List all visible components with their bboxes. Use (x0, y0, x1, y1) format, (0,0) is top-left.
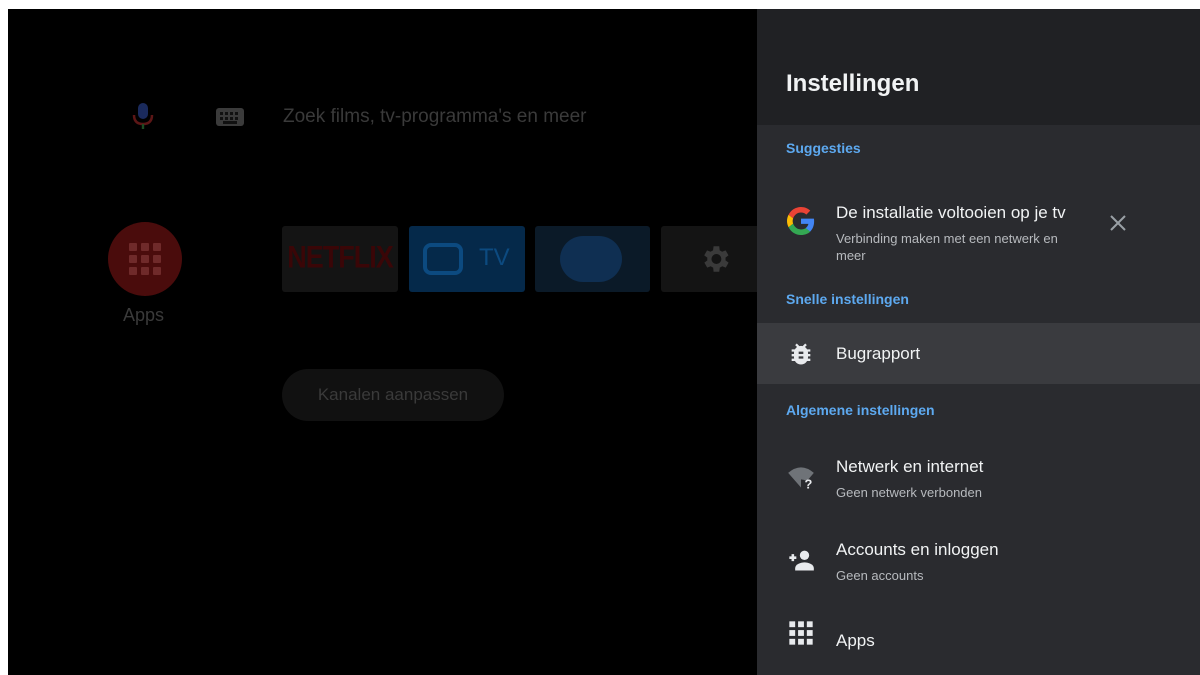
close-icon[interactable] (1109, 214, 1127, 232)
section-suggestions: Suggesties (786, 140, 861, 156)
page-title: Instellingen (786, 70, 920, 97)
apps-title: Apps (836, 631, 875, 650)
suggestion-title: De installatie voltooien op je tv (836, 203, 1066, 222)
apps-grid-icon (129, 243, 161, 275)
tv-screen: Zoek films, tv-programma's en meer Apps … (8, 9, 1200, 675)
section-quick-settings: Snelle instellingen (786, 291, 909, 307)
google-icon (787, 207, 815, 235)
network-subtitle: Geen netwerk verbonden (836, 485, 982, 500)
keyboard-icon[interactable] (216, 108, 244, 126)
wifi-question-icon: ? (788, 467, 814, 491)
home-screen-dimmed: Zoek films, tv-programma's en meer Apps … (8, 9, 761, 675)
panel-header: Instellingen (757, 9, 1200, 125)
settings-gear-icon (704, 246, 729, 272)
tv-icon (423, 243, 463, 275)
accounts-subtitle: Geen accounts (836, 568, 924, 583)
add-person-icon (789, 550, 814, 571)
suggestion-subtitle: Verbinding maken met een netwerk en meer (836, 231, 1058, 263)
settings-tile[interactable] (661, 226, 761, 292)
bug-icon (791, 343, 811, 365)
accounts-title: Accounts en inloggen (836, 540, 999, 559)
tv-tile[interactable]: TV (409, 226, 525, 292)
mic-icon[interactable] (131, 103, 155, 129)
settings-panel: Instellingen Suggesties De installatie v… (757, 9, 1200, 675)
netflix-logo: NETFLIX (287, 239, 394, 275)
apps-grid-icon (789, 621, 813, 645)
bugreport-title: Bugrapport (836, 344, 921, 363)
network-item[interactable]: ? Netwerk en internet Geen netwerk verbo… (757, 449, 1200, 509)
network-title: Netwerk en internet (836, 457, 984, 476)
accounts-item[interactable]: Accounts en inloggen Geen accounts (757, 532, 1200, 592)
apps-item[interactable]: Apps (757, 609, 1200, 659)
section-general-settings: Algemene instellingen (786, 402, 935, 418)
customize-channels-label: Kanalen aanpassen (317, 385, 469, 404)
svg-text:?: ? (805, 477, 813, 491)
bugreport-item[interactable]: Bugrapport (757, 323, 1200, 384)
suggestion-setup-item[interactable]: De installatie voltooien op je tv Verbin… (757, 185, 1200, 265)
apps-label: Apps (123, 305, 165, 325)
search-placeholder[interactable]: Zoek films, tv-programma's en meer (283, 106, 586, 128)
apps-button[interactable] (108, 222, 182, 296)
netflix-tile[interactable]: NETFLIX (282, 226, 398, 292)
kids-app-tile[interactable] (535, 226, 650, 292)
kids-app-icon (560, 236, 622, 282)
customize-channels-button[interactable]: Kanalen aanpassen (282, 369, 504, 421)
tv-tile-label: TV (479, 244, 510, 271)
